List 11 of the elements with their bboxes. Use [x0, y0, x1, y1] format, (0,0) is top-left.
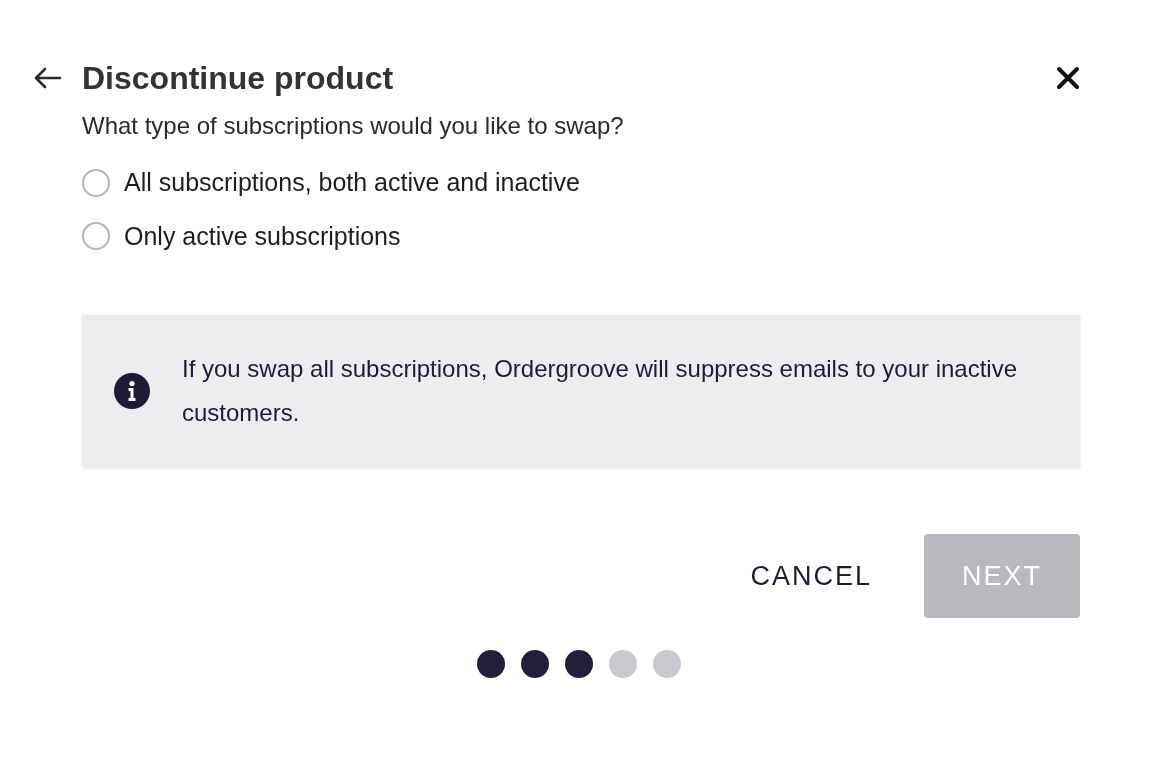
radio-button[interactable]: [82, 222, 110, 251]
option-label: All subscriptions, both active and inactive: [124, 167, 580, 198]
question-text: What type of subscriptions would you like to swap?: [82, 111, 625, 141]
back-arrow-icon[interactable]: [32, 66, 62, 90]
info-text: If you swap all subscriptions, Ordergroove will suppress emails to your inactive customers.: [182, 354, 1019, 428]
info-icon: [114, 373, 150, 409]
cancel-button[interactable]: CANCEL: [750, 534, 872, 618]
option-label: Only active subscriptions: [124, 220, 401, 252]
close-icon[interactable]: [1056, 66, 1080, 90]
dialog-title: Discontinue product: [82, 59, 394, 98]
radio-button[interactable]: [82, 168, 110, 197]
